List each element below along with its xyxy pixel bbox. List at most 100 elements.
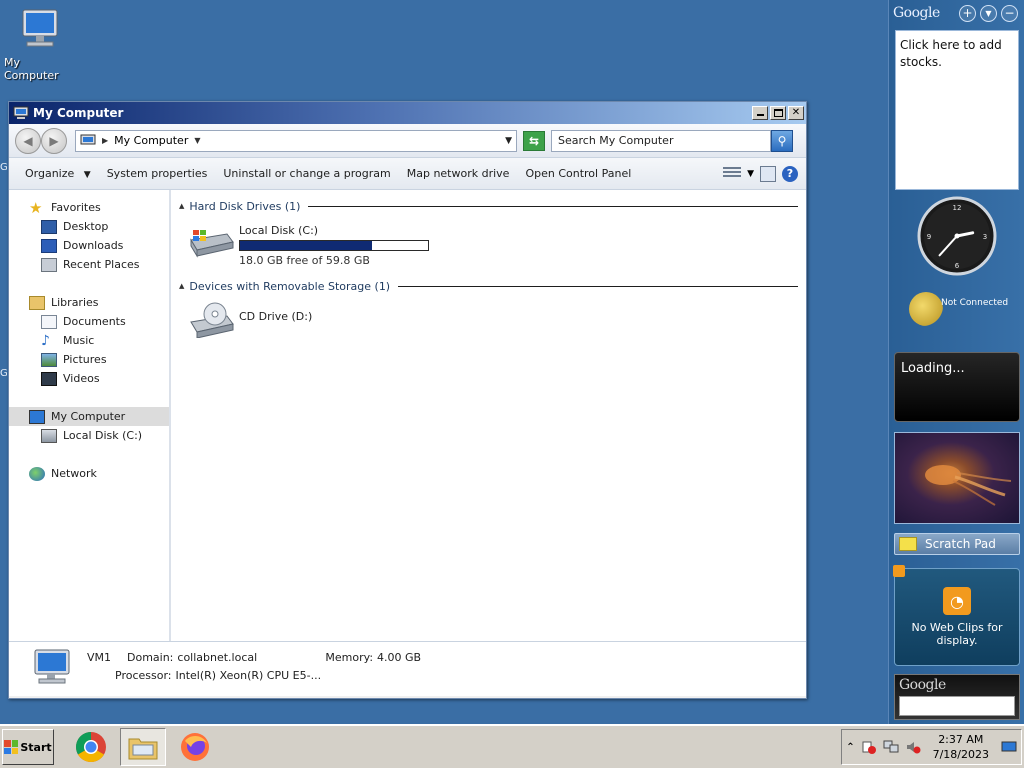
taskbar-explorer[interactable]	[120, 728, 166, 766]
taskbar-firefox[interactable]	[172, 728, 218, 766]
content-pane: ▲ Hard Disk Drives (1) Local Disk (C:) 1…	[171, 190, 806, 641]
nav-item-label: Videos	[63, 372, 100, 385]
scratch-pad-gadget[interactable]: Scratch Pad	[894, 533, 1020, 555]
scratch-pad-label: Scratch Pad	[925, 537, 996, 551]
drive-name: Local Disk (C:)	[239, 224, 319, 237]
nav-item-music[interactable]: ♪ Music	[9, 331, 169, 350]
drive-name: CD Drive (D:)	[239, 310, 313, 323]
minimize-button[interactable]	[752, 106, 768, 120]
rss-small-icon	[893, 565, 905, 577]
sidebar-minimize-button[interactable]: −	[1001, 4, 1018, 22]
nav-item-local-disk[interactable]: Local Disk (C:)	[9, 426, 169, 445]
pictures-icon	[41, 352, 57, 367]
action-center-icon[interactable]	[861, 740, 877, 754]
clock-date: 7/18/2023	[932, 748, 989, 761]
drive-local-disk[interactable]: Local Disk (C:) 18.0 GB free of 59.8 GB	[187, 222, 798, 270]
preview-pane-icon[interactable]	[760, 165, 776, 182]
nav-item-pictures[interactable]: Pictures	[9, 350, 169, 369]
close-button[interactable]: ✕	[788, 106, 804, 120]
slideshow-gadget[interactable]	[894, 432, 1020, 524]
nav-network[interactable]: Network	[9, 464, 169, 483]
uninstall-program-button[interactable]: Uninstall or change a program	[215, 167, 398, 180]
nav-item-label: Recent Places	[63, 258, 140, 271]
start-button[interactable]: Start	[2, 729, 54, 765]
libraries-folder-icon	[29, 295, 45, 310]
search-input[interactable]: Search My Computer	[551, 129, 771, 152]
network-icon[interactable]	[883, 740, 899, 754]
refresh-button[interactable]: ⇆	[523, 130, 545, 151]
disk-usage-bar	[239, 240, 429, 251]
stocks-gadget[interactable]: Click here to add stocks.	[895, 30, 1019, 190]
map-network-drive-button[interactable]: Map network drive	[399, 167, 518, 180]
svg-text:3: 3	[983, 233, 987, 241]
google-search-logo: Google	[899, 677, 946, 693]
nav-item-downloads[interactable]: Downloads	[9, 236, 169, 255]
show-desktop-icon[interactable]	[1001, 740, 1017, 754]
cd-drive-icon	[190, 302, 234, 338]
computer-icon	[22, 9, 58, 47]
show-hidden-icons-icon[interactable]: ⌃	[846, 742, 854, 753]
back-button[interactable]: ◀	[15, 127, 41, 154]
feed-gadget[interactable]: Loading...	[894, 352, 1020, 422]
nav-favorites[interactable]: ★ Favorites	[9, 198, 169, 217]
collapse-arrow-icon: ▲	[179, 202, 185, 210]
domain-value: collabnet.local	[177, 650, 258, 664]
open-control-panel-button[interactable]: Open Control Panel	[517, 167, 639, 180]
address-history-dropdown-icon[interactable]: ▼	[505, 136, 512, 146]
star-icon: ★	[29, 198, 43, 217]
downloads-folder-icon	[41, 238, 57, 253]
nav-item-label: Documents	[63, 315, 126, 328]
firefox-icon	[181, 733, 209, 761]
hard-drive-windows-icon	[190, 230, 234, 258]
drive-cd[interactable]: CD Drive (D:)	[187, 302, 798, 350]
google-search-input[interactable]	[899, 696, 1015, 716]
back-arrow-icon: ◀	[23, 133, 33, 148]
nav-item-documents[interactable]: Documents	[9, 312, 169, 331]
section-removable-storage[interactable]: ▲ Devices with Removable Storage (1)	[179, 278, 798, 294]
nav-item-label: Desktop	[63, 220, 109, 233]
hard-drive-icon	[41, 428, 57, 443]
clock-gadget[interactable]: 12 3 6 9	[917, 196, 997, 276]
section-hard-disk-drives[interactable]: ▲ Hard Disk Drives (1)	[179, 198, 798, 214]
taskbar-chrome[interactable]	[68, 728, 114, 766]
window-titlebar[interactable]: My Computer ✕	[9, 102, 806, 124]
breadcrumb-dropdown-icon[interactable]: ▼	[194, 136, 200, 145]
videos-icon	[41, 371, 57, 386]
search-button[interactable]: ⚲	[771, 129, 793, 152]
weather-sun-icon	[909, 292, 943, 326]
breadcrumb-location[interactable]: My Computer	[114, 134, 188, 147]
memory-label: Memory:	[325, 650, 374, 664]
add-gadget-button[interactable]: +	[959, 4, 976, 22]
taskbar-clock[interactable]: 2:37 AM 7/18/2023	[927, 732, 995, 762]
nav-network-label: Network	[51, 467, 97, 480]
desktop-icon-my-computer[interactable]: My Computer	[4, 8, 76, 82]
refresh-icon: ⇆	[528, 133, 540, 148]
system-properties-button[interactable]: System properties	[99, 167, 216, 180]
domain-label: Domain:	[127, 650, 174, 664]
nav-item-recent-places[interactable]: Recent Places	[9, 255, 169, 274]
change-view-icon[interactable]	[723, 166, 742, 181]
nav-favorites-label: Favorites	[51, 201, 101, 214]
nav-my-computer[interactable]: My Computer	[9, 407, 169, 426]
network-globe-icon	[29, 466, 45, 481]
nav-item-desktop[interactable]: Desktop	[9, 217, 169, 236]
breadcrumb-chevron-icon[interactable]: ▶	[102, 136, 108, 145]
nav-item-videos[interactable]: Videos	[9, 369, 169, 388]
sidebar-options-button[interactable]: ▼	[980, 4, 997, 22]
nav-item-label: Pictures	[63, 353, 107, 366]
organize-button[interactable]: Organize ▼	[17, 167, 99, 180]
weather-gadget[interactable]: Not Connected	[903, 288, 1021, 332]
nav-libraries[interactable]: Libraries	[9, 293, 169, 312]
web-clips-gadget[interactable]: ◔ No Web Clips for display.	[893, 565, 1020, 666]
section-divider	[398, 285, 798, 287]
details-pane: VM1 Domain: collabnet.local Memory: 4.00…	[9, 642, 806, 696]
address-field[interactable]: ▶ My Computer ▼ ▼	[75, 129, 517, 152]
nav-item-label: Local Disk (C:)	[63, 429, 143, 442]
maximize-icon	[773, 109, 783, 117]
forward-button[interactable]: ▶	[41, 127, 67, 154]
maximize-button[interactable]	[770, 106, 786, 120]
recent-places-icon	[41, 257, 57, 272]
help-icon[interactable]: ?	[782, 165, 798, 182]
volume-muted-icon[interactable]	[905, 740, 921, 754]
view-options-chevron-icon[interactable]: ▼	[747, 169, 754, 179]
